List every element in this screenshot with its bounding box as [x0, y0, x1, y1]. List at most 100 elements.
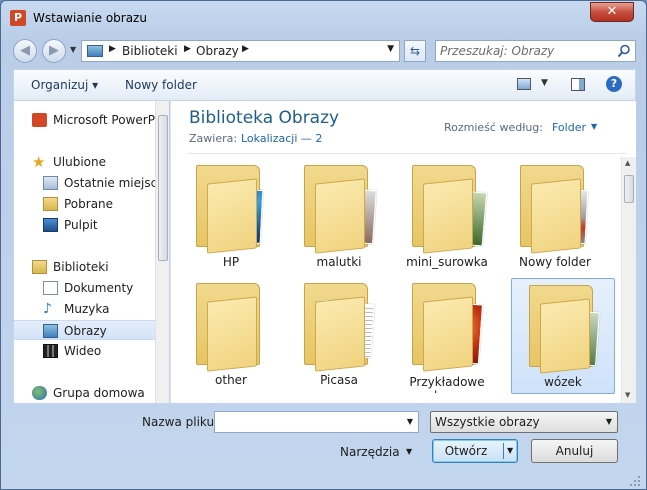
open-button-label: Otwórz	[444, 444, 488, 458]
tools-menu[interactable]: Narzędzia	[340, 445, 400, 459]
scroll-down-icon[interactable]: ▼	[625, 391, 630, 399]
sidebar-item-label: Ulubione	[53, 155, 107, 169]
folder-name: HP	[222, 255, 240, 269]
folder-name: wózek	[544, 375, 582, 389]
folder-front-icon	[423, 178, 473, 254]
sidebar-item-grupa-domowa[interactable]: Grupa domowa	[14, 383, 154, 403]
breadcrumb-separator-icon[interactable]: ▶	[184, 44, 191, 54]
split-divider	[503, 443, 504, 459]
folder-item[interactable]: Nowy folder	[503, 159, 607, 275]
folder-front-icon	[531, 178, 581, 254]
search-box[interactable]	[435, 40, 636, 62]
filename-combobox[interactable]: ▼	[214, 411, 419, 433]
arrange-by-dropdown-icon[interactable]: ▼	[591, 122, 597, 131]
resize-grip-icon[interactable]	[629, 475, 641, 487]
folder-item[interactable]: mini_surowka	[395, 159, 499, 275]
breadcrumb-separator-icon[interactable]: ▶	[242, 44, 249, 54]
cancel-button[interactable]: Anuluj	[531, 439, 618, 463]
open-button[interactable]: Otwórz ▼	[432, 439, 518, 463]
address-dropdown-icon[interactable]: ▼	[387, 44, 394, 54]
address-bar[interactable]: ▶ Biblioteki ▶ Obrazy ▶ ▼	[81, 40, 400, 62]
breadcrumb-obrazy[interactable]: Obrazy	[196, 44, 239, 58]
help-icon[interactable]: ?	[606, 76, 622, 92]
file-type-value: Wszystkie obrazy	[435, 415, 540, 429]
insert-picture-dialog: P Wstawianie obrazu ✕ ◀ ▶ ▼ ▶ Biblioteki…	[0, 0, 647, 490]
homegroup-icon	[32, 386, 47, 400]
folder-item-selected[interactable]: wózek	[511, 278, 615, 394]
filename-dropdown-icon[interactable]: ▼	[407, 417, 413, 426]
search-input[interactable]	[440, 43, 610, 59]
documents-icon	[43, 281, 58, 295]
navigation-pane: Microsoft PowerPoint ★ Ulubione Ostatnie…	[13, 101, 169, 403]
scrollbar-thumb[interactable]	[624, 175, 634, 203]
folder-front-icon	[315, 296, 365, 372]
recent-locations-dropdown-icon[interactable]: ▼	[70, 45, 76, 54]
desktop-icon	[43, 218, 58, 232]
arrange-by-dropdown[interactable]: Folder	[552, 121, 586, 134]
pictures-library-icon	[87, 45, 103, 57]
view-dropdown-icon[interactable]: ▼	[541, 78, 548, 88]
sidebar-item-biblioteki[interactable]: Biblioteki	[14, 257, 154, 277]
folder-name: Przykładowe obrazy	[409, 375, 485, 393]
arrange-by-label: Rozmieść według:	[444, 121, 543, 134]
sidebar-item-label: Ostatnie miejsca	[64, 176, 165, 190]
filename-input[interactable]	[218, 415, 398, 429]
sidebar-item-label: Muzyka	[64, 302, 110, 316]
folder-name: other	[215, 373, 247, 387]
organize-button[interactable]: Organizuj ▾	[31, 78, 98, 92]
sidebar-item-ulubione[interactable]: ★ Ulubione	[14, 152, 154, 172]
breadcrumb-biblioteki[interactable]: Biblioteki	[122, 44, 178, 58]
forward-button[interactable]: ▶	[42, 39, 66, 63]
scrollbar-thumb[interactable]	[158, 115, 168, 261]
close-button[interactable]: ✕	[590, 2, 634, 22]
folder-front-icon	[540, 298, 590, 374]
scroll-up-icon[interactable]: ▲	[625, 159, 630, 167]
new-folder-button[interactable]: Nowy folder	[125, 78, 197, 92]
folder-front-icon	[423, 296, 473, 372]
pictures-icon	[43, 324, 58, 338]
sidebar-item-ostatnie-miejsca[interactable]: Ostatnie miejsca	[14, 173, 165, 193]
open-options-dropdown-icon[interactable]: ▼	[507, 446, 513, 455]
music-icon: ♪	[43, 301, 52, 317]
folder-item[interactable]: malutki	[287, 159, 391, 275]
search-icon[interactable]	[617, 44, 631, 58]
file-list: Biblioteka Obrazy Zawiera: Lokalizacji —…	[170, 101, 636, 403]
sidebar-item-pobrane[interactable]: Pobrane	[14, 194, 154, 214]
libraries-icon	[32, 260, 47, 274]
sidebar-item-powerpoint[interactable]: Microsoft PowerPoint	[14, 110, 169, 130]
folder-front-icon	[315, 178, 365, 254]
sidebar-item-dokumenty[interactable]: Dokumenty	[14, 278, 154, 298]
folder-item[interactable]: other	[179, 277, 283, 393]
sidebar-item-muzyka[interactable]: ♪ Muzyka	[14, 299, 154, 319]
folder-item[interactable]: Picasa	[287, 277, 391, 393]
change-view-icon[interactable]	[517, 78, 531, 90]
file-type-select[interactable]: Wszystkie obrazy ▼	[430, 411, 618, 433]
file-type-dropdown-icon[interactable]: ▼	[606, 417, 612, 426]
library-title: Biblioteka Obrazy	[189, 108, 340, 128]
navigation-bar: ◀ ▶ ▼ ▶ Biblioteki ▶ Obrazy ▶ ▼ ⇆	[1, 35, 646, 67]
breadcrumb-separator-icon[interactable]: ▶	[109, 44, 116, 54]
back-button[interactable]: ◀	[13, 39, 37, 63]
sidebar-item-label: Obrazy	[64, 324, 107, 338]
sidebar-item-obrazy[interactable]: Obrazy	[14, 320, 155, 340]
sidebar-item-label: Pulpit	[64, 218, 98, 232]
recent-places-icon	[43, 176, 58, 190]
window-title: Wstawianie obrazu	[33, 11, 147, 25]
includes-label: Zawiera:	[189, 132, 238, 145]
folder-item[interactable]: HP	[179, 159, 283, 275]
folder-front-icon	[207, 296, 257, 372]
sidebar-item-wideo[interactable]: Wideo	[14, 341, 154, 361]
refresh-button[interactable]: ⇆	[404, 40, 426, 62]
preview-pane-icon[interactable]	[571, 78, 585, 91]
sidebar-item-label: Wideo	[64, 344, 102, 358]
star-icon: ★	[32, 153, 46, 171]
sidebar-item-label: Dokumenty	[64, 281, 134, 295]
video-icon	[43, 344, 58, 358]
tools-dropdown-icon[interactable]: ▼	[406, 447, 412, 456]
navigation-pane-scrollbar[interactable]	[155, 101, 169, 403]
file-list-scrollbar[interactable]: ▲ ▼	[621, 157, 636, 403]
downloads-icon	[43, 197, 58, 211]
sidebar-item-pulpit[interactable]: Pulpit	[14, 215, 154, 235]
folder-item[interactable]: Przykładowe obrazy	[395, 277, 499, 393]
includes-locations-link[interactable]: Lokalizacji — 2	[241, 132, 322, 145]
